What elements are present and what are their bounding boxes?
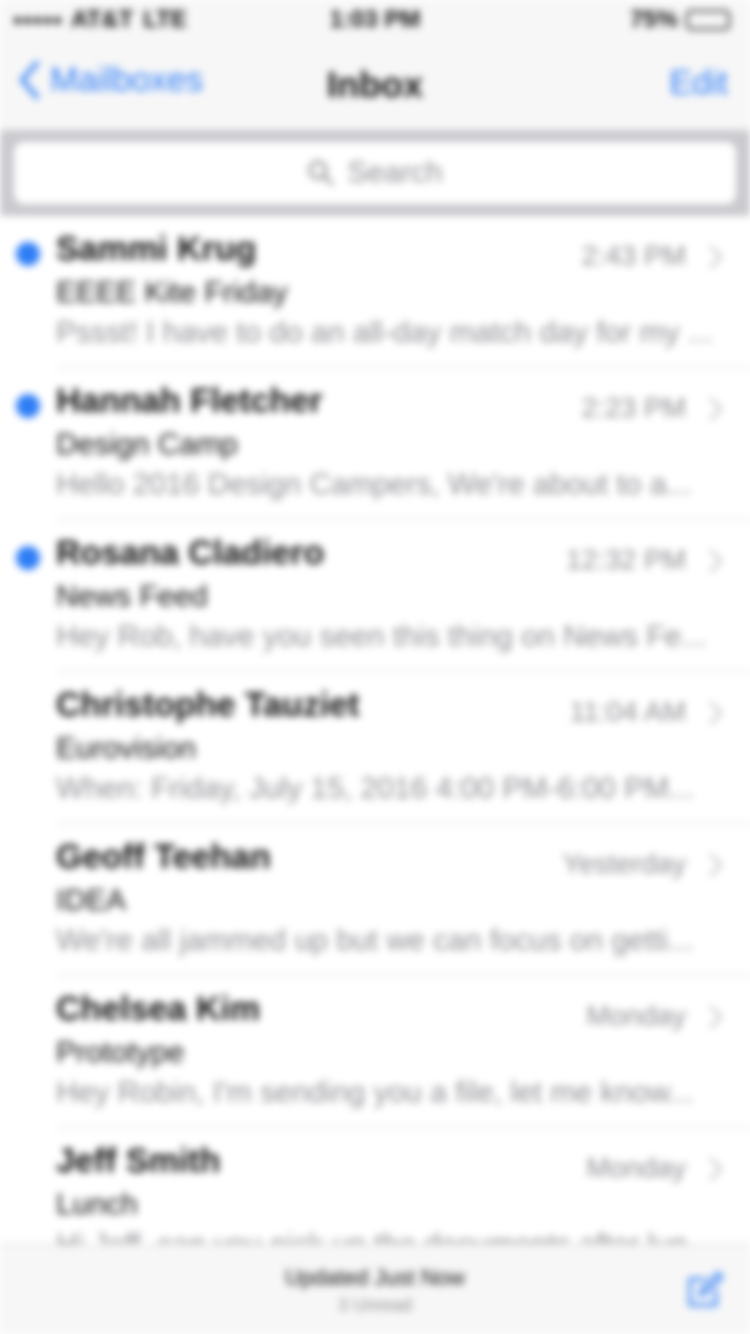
message-preview: When: Friday, July 15, 2016 4:00 PM-6:00… [56, 772, 695, 805]
battery-icon [686, 10, 730, 30]
message-subject: Design Camp [56, 428, 238, 461]
search-bar: Search [0, 130, 750, 216]
status-bar: AT&T LTE 1:03 PM 75% [0, 0, 750, 40]
edit-button[interactable]: Edit [669, 64, 728, 103]
chevron-right-icon [709, 549, 723, 573]
chevron-right-icon [709, 1005, 723, 1029]
message-row[interactable]: Rosana Cladiero 12:32 PM News Feed Hey Rob,… [0, 520, 750, 672]
chevron-right-icon [709, 701, 723, 725]
message-time: 12:32 PM [566, 544, 686, 575]
message-list: Sammi Krug 2:43 PM EEEE Kite Friday Pssst! … [0, 216, 750, 1280]
message-preview: Hello 2016 Design Campers, We're about t… [56, 468, 692, 501]
message-row[interactable]: Christophe Tauziet 11:04 AM Eurovision When… [0, 672, 750, 824]
chevron-right-icon [709, 853, 723, 877]
message-subject: Prototype [56, 1036, 185, 1069]
navigation-bar: Mailboxes Inbox Edit [0, 40, 750, 130]
message-subject: News Feed [56, 580, 208, 613]
message-sender: Jeff Smith [56, 1142, 221, 1180]
message-subject: IDEA [56, 884, 127, 917]
message-time: Yesterday [562, 848, 687, 879]
message-time: Monday [586, 1000, 686, 1031]
chevron-right-icon [709, 1157, 723, 1181]
message-sender: Sammi Krug [56, 230, 257, 268]
compose-icon[interactable] [682, 1267, 726, 1311]
message-subject: Eurovision [56, 732, 197, 765]
search-input[interactable]: Search [14, 142, 736, 204]
message-preview: Hey Robin, I'm sending you a file, let m… [56, 1076, 694, 1109]
search-placeholder: Search [347, 156, 443, 189]
message-preview: We're all jammed up but we can focus on … [56, 924, 694, 957]
message-time: 2:23 PM [581, 392, 686, 423]
message-sender: Rosana Cladiero [56, 534, 325, 572]
message-row[interactable]: Geoff Teehan Yesterday IDEA We're all jamme… [0, 824, 750, 976]
message-row[interactable]: Sammi Krug 2:43 PM EEEE Kite Friday Pssst! … [0, 216, 750, 368]
chevron-right-icon [709, 397, 723, 421]
message-preview: Pssst! I have to do an all-day match day… [56, 316, 713, 349]
message-time: 11:04 AM [569, 696, 686, 727]
bottom-toolbar: Updated Just Now 3 Unread [0, 1244, 750, 1334]
chevron-right-icon [709, 245, 723, 269]
message-preview: Hey Rob, have you seen this thing on New… [56, 620, 707, 653]
message-subject: EEEE Kite Friday [56, 276, 288, 309]
search-icon [308, 160, 334, 186]
message-sender: Geoff Teehan [56, 838, 271, 876]
unread-dot-icon [16, 546, 40, 570]
message-sender: Christophe Tauziet [56, 686, 360, 724]
message-row[interactable]: Hannah Fletcher 2:23 PM Design Camp Hello 2… [0, 368, 750, 520]
page-title: Inbox [327, 64, 423, 105]
message-row[interactable]: Chelsea Kim Monday Prototype Hey Robin, I'm… [0, 976, 750, 1128]
message-sender: Hannah Fletcher [56, 382, 323, 420]
battery-percent: 75% [629, 6, 678, 33]
unread-dot-icon [16, 242, 40, 266]
screen: AT&T LTE 1:03 PM 75% Mailboxes Inbox Edi… [0, 0, 750, 1334]
unread-dot-icon [16, 394, 40, 418]
message-subject: Lunch [56, 1188, 138, 1221]
message-sender: Chelsea Kim [56, 990, 261, 1028]
message-time: Monday [586, 1152, 686, 1183]
status-right: 75% [630, 6, 730, 34]
message-time: 2:43 PM [581, 240, 686, 271]
update-status: Updated Just Now [285, 1265, 465, 1290]
unread-count: 3 Unread [337, 1295, 413, 1315]
